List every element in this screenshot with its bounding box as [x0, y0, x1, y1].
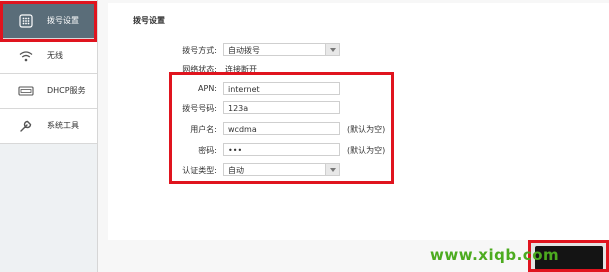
highlight-box-sidebar [0, 1, 97, 42]
dial-mode-select[interactable]: 自动拨号 [223, 43, 340, 56]
chevron-down-icon [325, 44, 339, 55]
highlight-box-form [169, 72, 394, 184]
sidebar-item-label: DHCP服务 [47, 86, 86, 95]
sidebar-item-label: 系统工具 [47, 121, 79, 130]
wrench-icon [20, 120, 32, 132]
page-title: 拨号设置 [133, 16, 165, 25]
wifi-icon [19, 51, 33, 62]
sidebar-item-dhcp[interactable]: DHCP服务 [0, 74, 97, 109]
sidebar-item-wireless[interactable]: 无线 [0, 39, 97, 74]
dhcp-icon [18, 86, 34, 96]
sidebar-item-label: 无线 [47, 51, 63, 60]
dial-mode-value: 自动拨号 [228, 46, 260, 55]
sidebar-item-system-tools[interactable]: 系统工具 [0, 109, 97, 144]
dial-mode-label: 拨号方式: [182, 46, 217, 55]
watermark: www.xiqb.com [430, 246, 560, 264]
